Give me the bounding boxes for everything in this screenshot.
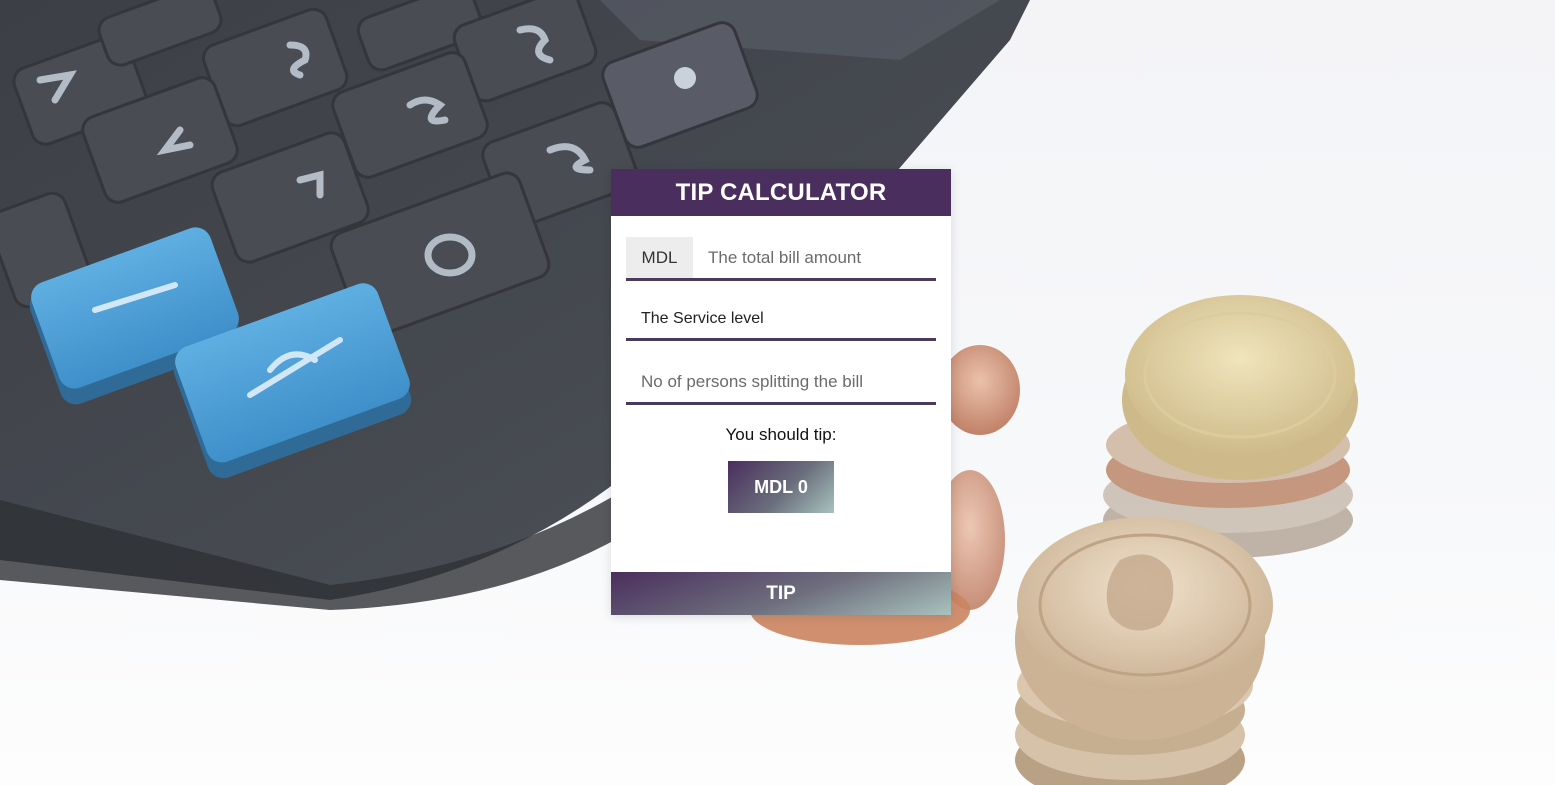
persons-input[interactable] (626, 362, 936, 402)
service-level-select[interactable]: The Service level (626, 300, 951, 338)
currency-label: MDL (626, 237, 693, 278)
service-level-field: The Service level (626, 300, 936, 341)
app-title: TIP CALCULATOR (611, 169, 951, 216)
persons-field (626, 362, 936, 405)
bill-amount-field: MDL (626, 237, 936, 281)
tip-calculator-card: TIP CALCULATOR MDL The Service level You… (611, 169, 951, 615)
app-screen: TIP CALCULATOR MDL The Service level You… (0, 0, 1555, 785)
bill-amount-input[interactable] (693, 237, 936, 278)
tip-result-value: MDL 0 (728, 461, 834, 513)
result-label: You should tip: (725, 425, 837, 444)
tip-button[interactable]: TIP (611, 572, 951, 615)
